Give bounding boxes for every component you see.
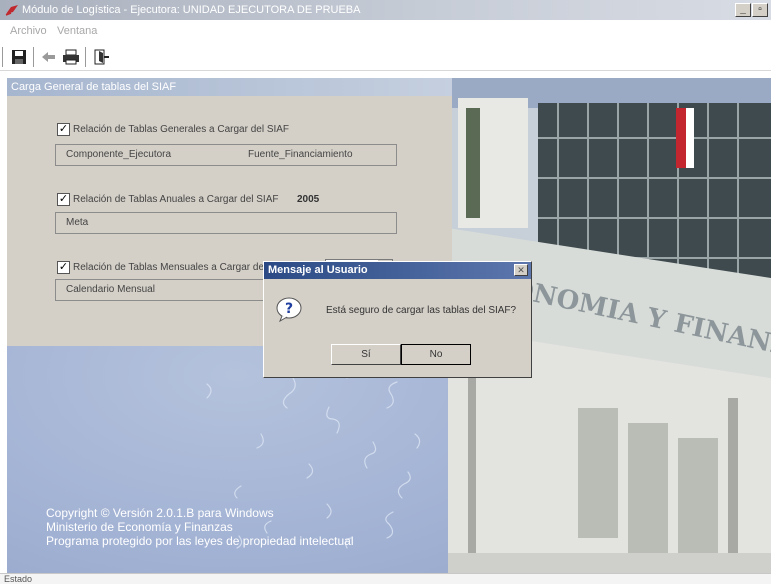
toolbar [0,44,771,71]
menu-bar: Archivo Ventana [0,20,771,44]
question-icon: ? [276,297,302,322]
toolbar-separator [85,47,87,67]
window-title: Módulo de Logística - Ejecutora: UNIDAD … [22,4,361,16]
legal-line: Programa protegido por las leyes de prop… [46,534,354,548]
dialog-close-button[interactable]: ✕ [514,264,528,276]
generales-list[interactable]: Componente_Ejecutora Fuente_Financiamien… [55,144,397,166]
list-item: Componente_Ejecutora [66,149,172,160]
generales-label: Relación de Tablas Generales a Cargar de… [73,124,290,135]
toolbar-grip [2,47,4,67]
anuales-list[interactable]: Meta [55,212,397,234]
copyright-line: Copyright © Versión 2.0.1.B para Windows [46,506,274,520]
mensuales-checkbox[interactable]: ✓ [57,261,70,274]
window-titlebar: Módulo de Logística - Ejecutora: UNIDAD … [0,0,771,20]
panel-title: Carga General de tablas del SIAF [7,78,452,96]
no-button[interactable]: No [401,344,471,365]
minimize-button[interactable]: _ [735,3,751,17]
menu-ventana[interactable]: Ventana [57,25,97,37]
anuales-checkbox[interactable]: ✓ [57,193,70,206]
list-item: Calendario Mensual [66,284,155,295]
list-item: Fuente_Financiamiento [248,149,353,160]
svg-text:?: ? [285,301,293,317]
anuales-year: 2005 [297,194,320,205]
status-bar: Estado [0,573,771,584]
ministry-line: Ministerio de Economía y Finanzas [46,520,233,534]
yes-button[interactable]: Sí [331,344,401,365]
back-icon[interactable] [39,47,59,67]
anuales-label: Relación de Tablas Anuales a Cargar del … [73,194,279,205]
generales-checkbox[interactable]: ✓ [57,123,70,136]
maximize-button[interactable]: ▫ [752,3,768,17]
exit-icon[interactable] [91,47,111,67]
mensuales-label: Relación de Tablas Mensuales a Cargar de… [73,262,292,273]
print-icon[interactable] [61,47,81,67]
save-icon[interactable] [9,47,29,67]
dialog-title: Mensaje al Usuario [264,262,531,279]
menu-archivo[interactable]: Archivo [10,25,47,37]
app-logo-icon [5,5,18,16]
toolbar-separator [33,47,35,67]
list-item: Meta [66,217,89,228]
confirm-dialog: Mensaje al Usuario ✕ ? Está seguro de ca… [263,261,532,378]
dialog-message: Está seguro de cargar las tablas del SIA… [326,305,517,316]
